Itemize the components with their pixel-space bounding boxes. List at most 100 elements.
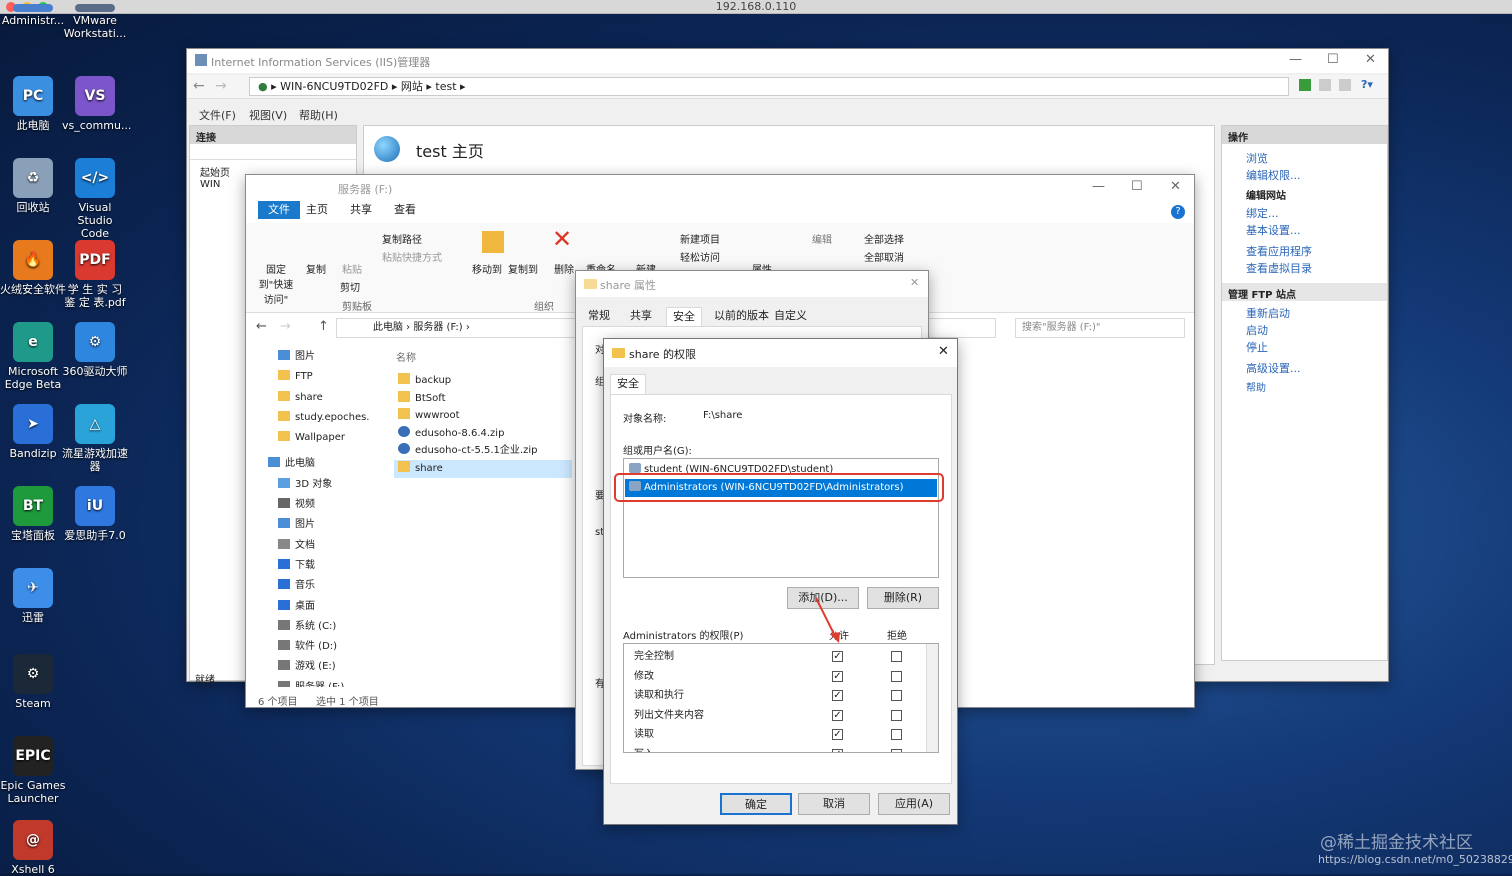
nav-item-1[interactable]: FTP xyxy=(260,367,372,387)
file-row[interactable]: wwwroot xyxy=(394,407,572,425)
file-row[interactable]: edusoho-ct-5.5.1企业.zip xyxy=(394,442,572,460)
cut-button[interactable]: 剪切 xyxy=(340,279,360,294)
explorer-search[interactable]: 搜索"服务器 (F:)" xyxy=(1015,318,1185,338)
ftp-action-1[interactable]: 启动 xyxy=(1246,322,1387,339)
back-icon[interactable]: ← xyxy=(193,78,205,94)
menu-file[interactable]: 文件(F) xyxy=(199,107,236,123)
tab-view[interactable]: 查看 xyxy=(388,201,422,219)
help-icon[interactable]: ?▾ xyxy=(1361,78,1373,91)
iis-maximize-button[interactable]: ☐ xyxy=(1327,52,1339,67)
props-tab-2[interactable]: 安全 xyxy=(666,307,702,326)
ftp-action-0[interactable]: 重新启动 xyxy=(1246,305,1387,322)
forward-icon[interactable]: → xyxy=(215,78,227,94)
file-row[interactable]: share xyxy=(394,459,572,478)
desktop-icon-vs-community[interactable]: VS vs_commu... xyxy=(62,76,131,132)
action-4[interactable]: 基本设置... xyxy=(1246,222,1387,239)
delete-button[interactable]: 删除 xyxy=(554,261,574,276)
file-row[interactable]: BtSoft xyxy=(394,390,572,408)
desktop-icon-admin[interactable]: Administr... xyxy=(0,4,66,27)
edit-button[interactable]: 编辑 xyxy=(812,231,832,246)
desktop-icon-vscode[interactable]: </> Visual Studio Code xyxy=(62,158,128,240)
nav-item-7[interactable]: 视频 xyxy=(260,495,372,515)
nav-forward-icon[interactable]: → xyxy=(280,319,291,334)
desktop-icon-vmware[interactable]: VMware Workstati... xyxy=(62,4,128,40)
iis-close-button[interactable]: ✕ xyxy=(1365,52,1376,67)
desktop-icon-recycle[interactable]: ♻ 回收站 xyxy=(0,158,66,214)
explorer-minimize-button[interactable]: — xyxy=(1092,179,1105,194)
paste-button[interactable]: 粘贴 xyxy=(342,261,362,276)
refresh-icon[interactable] xyxy=(1299,79,1311,91)
desktop-icon-edge-beta[interactable]: e Microsoft Edge Beta xyxy=(0,322,66,391)
address-drive[interactable]: 服务器 (F:) xyxy=(413,322,462,333)
action-0[interactable]: 浏览 xyxy=(1246,150,1387,167)
desktop-icon-steam[interactable]: ⚙ Steam xyxy=(0,654,66,710)
deny-checkbox[interactable] xyxy=(891,709,902,721)
iis-breadcrumb[interactable]: ● ▸ WIN-6NCU9TD02FD ▸ 网站 ▸ test ▸ xyxy=(249,77,1289,96)
action-1[interactable]: 编辑权限... xyxy=(1246,167,1387,184)
help-link[interactable]: 帮助 xyxy=(1222,377,1387,394)
menu-view[interactable]: 视图(V) xyxy=(249,107,287,123)
props-close-button[interactable]: ✕ xyxy=(910,276,919,289)
copy-path-button[interactable]: 复制路径 xyxy=(382,231,422,246)
move-to-button[interactable]: 移动到 xyxy=(472,261,502,276)
pin-button[interactable]: 固定到"快速访问" xyxy=(256,261,296,306)
perm-close-button[interactable]: ✕ xyxy=(938,344,949,359)
allow-checkbox[interactable]: ✓ xyxy=(832,709,843,721)
desktop-icon-pdf[interactable]: PDF 学 生 实 习 鉴 定 表.pdf xyxy=(62,240,128,309)
crumb-test[interactable]: test xyxy=(435,80,456,93)
desktop-icon-360driver[interactable]: ⚙ 360驱动大师 xyxy=(62,322,128,378)
allow-checkbox[interactable]: ✓ xyxy=(832,729,843,740)
nav-item-4[interactable]: Wallpaper xyxy=(260,428,372,448)
desktop-icon-this-pc[interactable]: PC 此电脑 xyxy=(0,76,66,132)
perm-tab-security[interactable]: 安全 xyxy=(610,374,646,395)
remove-button[interactable]: 删除(R) xyxy=(867,587,939,609)
file-row[interactable]: backup xyxy=(394,372,572,390)
explorer-help-icon[interactable]: ? xyxy=(1171,205,1185,219)
file-row[interactable]: edusoho-8.6.4.zip xyxy=(394,425,572,443)
allow-checkbox[interactable]: ✓ xyxy=(832,651,843,662)
crumb-server[interactable]: WIN-6NCU9TD02FD xyxy=(280,80,388,93)
deny-checkbox[interactable] xyxy=(891,670,902,682)
copy-button[interactable]: 复制 xyxy=(306,261,326,276)
props-tab-1[interactable]: 共享 xyxy=(624,307,658,325)
nav-item-0[interactable]: 图片 xyxy=(260,347,372,367)
allow-checkbox[interactable]: ✓ xyxy=(832,748,843,752)
action-6[interactable]: 查看虚拟目录 xyxy=(1246,260,1387,277)
action-3[interactable]: 绑定... xyxy=(1246,205,1387,222)
desktop-icon-epic[interactable]: EPIC Epic Games Launcher xyxy=(0,736,66,805)
desktop-icon-liuxing[interactable]: △ 流星游戏加速器 xyxy=(62,404,128,473)
nav-item-12[interactable]: 桌面 xyxy=(260,597,372,617)
action-5[interactable]: 查看应用程序 xyxy=(1246,243,1387,260)
paste-shortcut-button[interactable]: 粘贴快捷方式 xyxy=(382,249,442,264)
desktop-icon-xshell[interactable]: @ Xshell 6 xyxy=(0,820,66,876)
select-all-button[interactable]: 全部选择 xyxy=(864,231,904,246)
nav-item-15[interactable]: 游戏 (E:) xyxy=(260,657,372,677)
explorer-maximize-button[interactable]: ☐ xyxy=(1131,179,1143,194)
apply-button[interactable]: 应用(A) xyxy=(878,793,950,815)
desktop-icon-huorong[interactable]: 🔥 火绒安全软件 xyxy=(0,240,66,296)
column-name[interactable]: 名称 xyxy=(394,347,572,372)
props-tab-3[interactable]: 以前的版本 xyxy=(708,307,775,325)
nav-item-16[interactable]: 服务器 (F:) xyxy=(260,678,372,687)
desktop-icon-aisi[interactable]: iU 爱思助手7.0 xyxy=(62,486,128,542)
ftp-action-2[interactable]: 停止 xyxy=(1246,339,1387,356)
ok-button[interactable]: 确定 xyxy=(720,793,792,815)
desktop-icon-bandizip[interactable]: ➤ Bandizip xyxy=(0,404,66,460)
nav-item-10[interactable]: 下载 xyxy=(260,556,372,576)
nav-item-6[interactable]: 3D 对象 xyxy=(260,475,372,495)
allow-checkbox[interactable]: ✓ xyxy=(832,690,843,701)
cancel-button[interactable]: 取消 xyxy=(798,793,870,815)
tab-home[interactable]: 主页 xyxy=(300,201,334,219)
address-this-pc[interactable]: 此电脑 xyxy=(373,322,403,333)
nav-item-13[interactable]: 系统 (C:) xyxy=(260,617,372,637)
stop-icon[interactable] xyxy=(1319,79,1331,91)
nav-item-11[interactable]: 音乐 xyxy=(260,576,372,596)
tab-share[interactable]: 共享 xyxy=(344,201,378,219)
nav-item-3[interactable]: study.epoches. xyxy=(260,408,372,428)
home-icon[interactable] xyxy=(1339,79,1351,91)
deny-checkbox[interactable] xyxy=(891,729,902,740)
explorer-close-button[interactable]: ✕ xyxy=(1170,179,1181,194)
nav-item-2[interactable]: share xyxy=(260,388,372,408)
deny-checkbox[interactable] xyxy=(891,690,902,701)
select-none-button[interactable]: 全部取消 xyxy=(864,249,904,264)
